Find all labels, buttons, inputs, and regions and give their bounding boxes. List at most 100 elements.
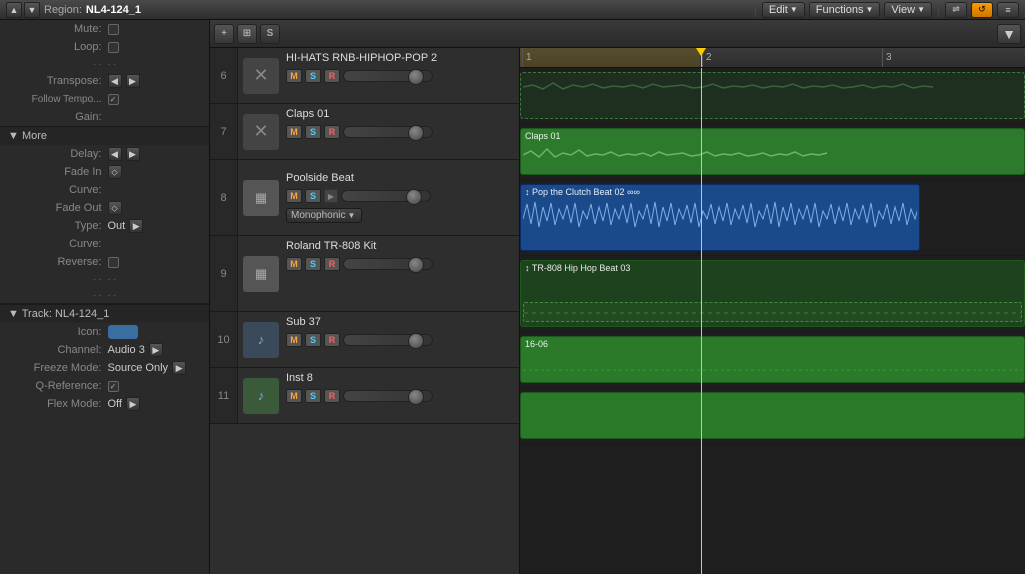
transpose-up[interactable]: ▶ [126, 74, 140, 88]
qref-row: Q-Reference: [0, 377, 209, 395]
record-button[interactable]: R [324, 257, 340, 271]
mute-button[interactable]: M [286, 389, 302, 403]
freeze-select[interactable]: ▶ [172, 361, 186, 375]
channel-select[interactable]: ▶ [149, 343, 163, 357]
volume-slider[interactable] [341, 190, 431, 202]
reverse-checkbox[interactable] [108, 257, 119, 268]
region-green[interactable]: Claps 01 [520, 128, 1025, 175]
track-icon: ♪ [243, 378, 279, 414]
volume-knob[interactable] [408, 125, 424, 141]
track-section: ▼ Track: NL4-124_1 Icon: Channel: Audio … [0, 303, 209, 413]
flex-select[interactable]: ▶ [126, 397, 140, 411]
track-row: 6 ✕ HI-HATS RNB-HIPHOP-POP 2 M S R [210, 48, 519, 104]
more-section[interactable]: ▼ More [0, 126, 209, 145]
mute-button[interactable]: M [286, 257, 302, 271]
volume-knob[interactable] [408, 389, 424, 405]
track-region-row: Claps 01 [520, 124, 1025, 180]
volume-slider[interactable] [343, 70, 433, 82]
edit-menu[interactable]: Edit ▼ [762, 2, 805, 18]
solo-button[interactable]: S [305, 333, 321, 347]
left-panel: Mute: Loop: - - - - Transpose: ◀ ▶ Follo… [0, 20, 210, 574]
region-green-10[interactable]: 16-06 [520, 336, 1025, 383]
monophonic-dropdown[interactable]: Monophonic ▼ [286, 208, 362, 223]
volume-slider[interactable] [343, 126, 433, 138]
track-name: HI-HATS RNB-HIPHOP-POP 2 [286, 52, 515, 64]
region-green-11[interactable] [520, 392, 1025, 439]
volume-slider[interactable] [343, 258, 433, 270]
track-icon: ✕ [243, 114, 279, 150]
region-dotted[interactable] [520, 72, 1025, 119]
region-blue[interactable]: ↕ Pop the Clutch Beat 02 ∞∞ [520, 184, 920, 251]
reverse-row: Reverse: [0, 253, 209, 271]
functions-menu[interactable]: Functions ▼ [809, 2, 881, 18]
volume-knob[interactable] [408, 333, 424, 349]
track-section-header[interactable]: ▼ Track: NL4-124_1 [0, 304, 209, 323]
solo-button[interactable]: S [305, 389, 321, 403]
qref-checkbox[interactable] [108, 381, 119, 392]
track-extra: Monophonic ▼ [286, 208, 515, 223]
s-button[interactable]: S [260, 24, 280, 44]
mute-button[interactable]: M [286, 189, 302, 203]
volume-slider[interactable] [343, 390, 433, 402]
track-number: 9 [210, 236, 238, 311]
region-value: NL4-124_1 [86, 4, 141, 16]
playhead [701, 68, 702, 574]
track-icon-display[interactable] [108, 325, 138, 339]
nav-arrows: ▲ ▼ [6, 2, 40, 18]
type-select[interactable]: ▶ [129, 219, 143, 233]
solo-button[interactable]: S [305, 69, 321, 83]
waveform-svg [523, 362, 1022, 378]
mute-button[interactable]: M [286, 333, 302, 347]
follow-tempo-checkbox[interactable] [108, 94, 119, 105]
solo-button[interactable]: S [305, 189, 321, 203]
delay-up[interactable]: ▶ [126, 147, 140, 161]
track-region-row: ↕ Pop the Clutch Beat 02 ∞∞ [520, 180, 1025, 256]
freeze-row: Freeze Mode: Source Only ▶ [0, 359, 209, 377]
track-icon: ▦ [243, 180, 279, 216]
track-row: 9 ▦ Roland TR-808 Kit M S R [210, 236, 519, 312]
mute-button[interactable]: M [286, 69, 302, 83]
toolbar-dropdown[interactable]: ▼ [997, 24, 1021, 44]
solo-button[interactable]: S [305, 125, 321, 139]
menu-icons: ⇌ ↺ ≡ [945, 2, 1019, 18]
record-icon[interactable]: ▶ [324, 189, 338, 203]
ruler-marker-1: 1 [522, 48, 532, 67]
region-button[interactable]: ⊞ [237, 24, 257, 44]
merge-icon[interactable]: ⇌ [945, 2, 967, 18]
mute-checkbox[interactable] [108, 24, 119, 35]
record-button[interactable]: R [324, 389, 340, 403]
record-button[interactable]: R [324, 69, 340, 83]
nav-down-arrow[interactable]: ▼ [24, 2, 40, 18]
volume-knob[interactable] [408, 257, 424, 273]
loop-icon[interactable]: ↺ [971, 2, 993, 18]
solo-button[interactable]: S [305, 257, 321, 271]
view-menu[interactable]: View ▼ [884, 2, 932, 18]
nav-up-arrow[interactable]: ▲ [6, 2, 22, 18]
loop-checkbox[interactable] [108, 42, 119, 53]
tracks-canvas: Claps 01 ↕ Pop the Clutch Beat [520, 68, 1025, 574]
track-list: 6 ✕ HI-HATS RNB-HIPHOP-POP 2 M S R [210, 48, 520, 574]
transpose-down[interactable]: ◀ [108, 74, 122, 88]
fade-out-row: Fade Out ⬦ [0, 199, 209, 217]
divider3: - - - - [0, 287, 209, 303]
fade-out-adjust[interactable]: ⬦ [108, 201, 122, 215]
region-dark-green[interactable]: ↕ TR-808 Hip Hop Beat 03 [520, 260, 1025, 327]
filter-icon[interactable]: ≡ [997, 2, 1019, 18]
mute-button[interactable]: M [286, 125, 302, 139]
track-region-row [520, 68, 1025, 124]
track-row: 7 ✕ Claps 01 M S R [210, 104, 519, 160]
track-icon: ♪ [243, 322, 279, 358]
record-button[interactable]: R [324, 333, 340, 347]
loop-row: Loop: [0, 38, 209, 56]
delay-down[interactable]: ◀ [108, 147, 122, 161]
volume-slider[interactable] [343, 334, 433, 346]
volume-knob[interactable] [406, 189, 422, 205]
transpose-row: Transpose: ◀ ▶ [0, 72, 209, 90]
record-button[interactable]: R [324, 125, 340, 139]
right-area: + ⊞ S ▼ 6 ✕ HI-HATS RNB-HIPHOP-POP 2 [210, 20, 1025, 574]
track-name: Roland TR-808 Kit [286, 240, 515, 252]
volume-knob[interactable] [408, 69, 424, 85]
fade-in-adjust[interactable]: ⬦ [108, 165, 122, 179]
track-controls: M S R [286, 333, 515, 347]
add-track-button[interactable]: + [214, 24, 234, 44]
